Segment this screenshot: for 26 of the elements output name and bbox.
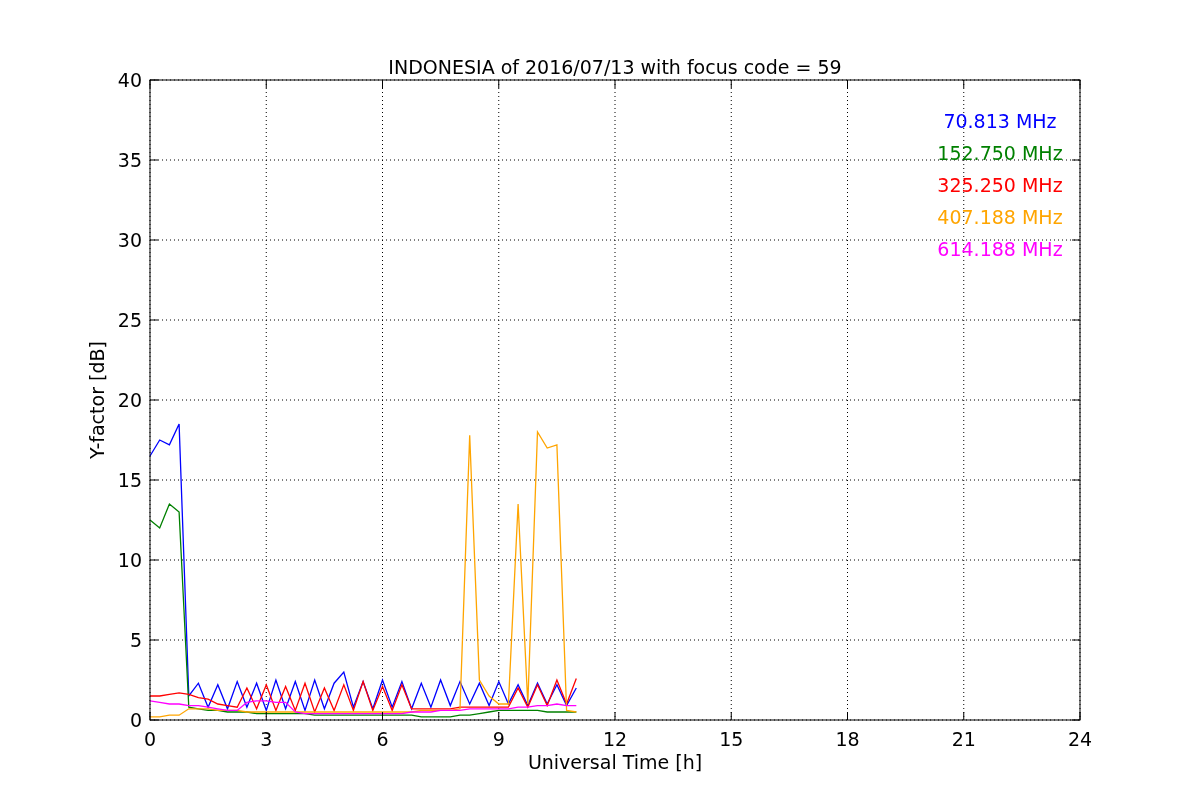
- y-tick-label: 10: [117, 549, 142, 571]
- y-axis-label: Y-factor [dB]: [86, 341, 108, 459]
- x-tick-label: 9: [492, 728, 505, 750]
- y-tick-label: 5: [129, 629, 142, 651]
- x-tick-label: 15: [719, 728, 744, 750]
- x-tick-label: 21: [951, 728, 976, 750]
- legend-label: 152.750 MHz: [937, 142, 1063, 164]
- legend-label: 407.188 MHz: [937, 206, 1063, 228]
- x-tick-label: 3: [260, 728, 273, 750]
- x-axis-label: Universal Time [h]: [527, 751, 703, 773]
- x-tick-label: 18: [835, 728, 860, 750]
- y-tick-label: 25: [117, 309, 142, 331]
- legend-label: 614.188 MHz: [937, 238, 1063, 260]
- y-tick-label: 0: [129, 709, 142, 731]
- legend-label: 325.250 MHz: [937, 174, 1063, 196]
- legend-label: 70.813 MHz: [943, 110, 1057, 132]
- y-tick-label: 15: [117, 469, 142, 491]
- y-tick-label: 20: [117, 389, 142, 411]
- y-tick-label: 40: [117, 69, 142, 91]
- x-tick-label: 0: [143, 728, 157, 750]
- x-tick-label: 12: [602, 728, 628, 750]
- x-tick-label: 6: [376, 728, 389, 750]
- chart-title: INDONESIA of 2016/07/13 with focus code = 59: [388, 56, 842, 78]
- y-tick-label: 30: [117, 229, 142, 251]
- x-tick-label: 24: [1067, 728, 1093, 750]
- y-tick-label: 35: [117, 149, 142, 171]
